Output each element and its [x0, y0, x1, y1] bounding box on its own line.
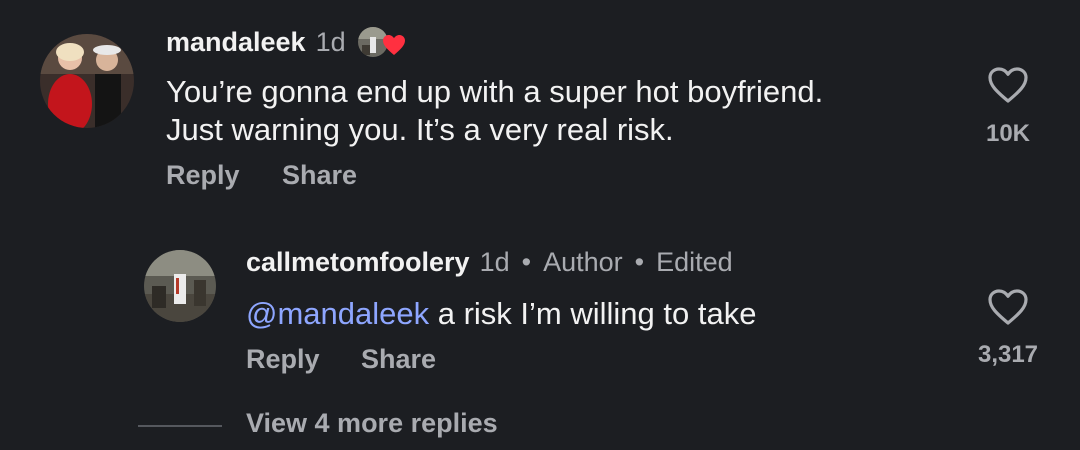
liked-by-author-badge	[357, 24, 408, 60]
comment-header: mandaleek 1d	[166, 24, 408, 60]
reply-time: 1d	[479, 246, 510, 277]
avatar[interactable]	[144, 250, 216, 322]
separator-dot: •	[634, 246, 645, 277]
reply-text: @mandaleek a risk I’m willing to take	[246, 295, 756, 333]
like-count: 3,317	[977, 341, 1039, 368]
avatar-photo	[40, 34, 134, 128]
edited-label: Edited	[656, 246, 733, 277]
comment-text: You’re gonna end up with a super hot boy…	[166, 73, 823, 149]
comment-username[interactable]: mandaleek	[166, 27, 306, 58]
heart-icon[interactable]	[987, 66, 1029, 104]
reply-header: callmetomfoolery 1d • Author • Edited	[246, 244, 733, 280]
like-count: 10K	[985, 120, 1031, 147]
reply-button[interactable]: Reply	[246, 344, 320, 375]
mention-link[interactable]: @mandaleek	[246, 296, 429, 331]
comment-text-line: Just warning you. It’s a very real risk.	[166, 112, 674, 147]
liked-heart-badge-icon	[382, 35, 405, 55]
avatar-photo	[144, 250, 216, 322]
separator-dot: •	[521, 246, 532, 277]
reply-username[interactable]: callmetomfoolery	[246, 247, 470, 278]
heart-icon[interactable]	[987, 288, 1029, 326]
share-button[interactable]: Share	[361, 344, 436, 375]
reply-button[interactable]: Reply	[166, 160, 240, 191]
avatar[interactable]	[40, 34, 134, 128]
author-label: Author	[543, 246, 623, 277]
share-button[interactable]: Share	[282, 160, 357, 191]
comment-time: 1d	[315, 26, 346, 57]
thread-divider	[138, 425, 222, 427]
view-more-replies-button[interactable]: View 4 more replies	[246, 408, 498, 439]
comments-panel: mandaleek 1d You’re gonna end up with a …	[0, 0, 1080, 450]
reply-text-body: a risk I’m willing to take	[429, 296, 757, 331]
comment-text-line: You’re gonna end up with a super hot boy…	[166, 74, 824, 109]
